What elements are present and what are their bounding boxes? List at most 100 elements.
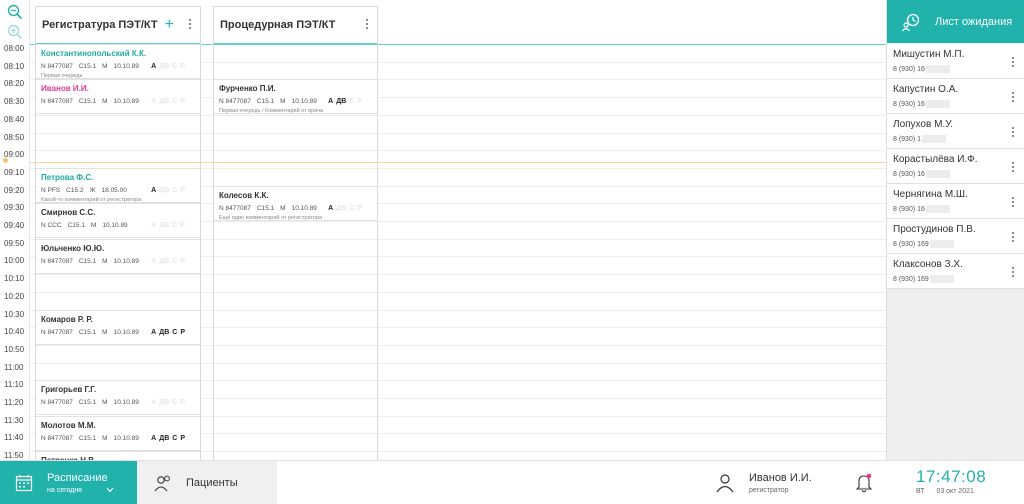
patient-name: Иванов И.И. [41, 84, 89, 94]
waiting-list-title: Лист ожидания [935, 15, 1013, 28]
patient-meta: N 8477087 C15.1 M 10.10.89 А ДВ С Р [41, 258, 195, 267]
patient-meta: N 8477087 C15.1 M 10.10.89 А ДВ С Р [219, 205, 372, 214]
patient-name: Юльченко Ю.Ю. [41, 243, 105, 253]
appointment-comment: Ещё один комментарий от регистратора [219, 214, 323, 221]
appointment-card[interactable]: Колесов К.К. N 8477087 C15.1 M 10.10.89 А ДВ С Р… [214, 185, 377, 221]
waiting-list-item[interactable]: Простудинов П.В. 8 (930) 169 [887, 219, 1024, 254]
zoom-out-icon[interactable] [7, 24, 23, 40]
diagnosis-code: C15.1 [256, 98, 275, 106]
patient-meta: N 8477087 C15.1 M 10.10.89 А ДВ С Р [41, 98, 195, 107]
patient-sex: M [102, 399, 108, 407]
phone-visible: 8 (930) 169 [893, 275, 929, 283]
clock-date-value: 03 окт 2021 [936, 488, 974, 495]
time-label: 08:40 [4, 114, 25, 124]
patient-meta: N 8477087 C15.1 M 10.10.89 А ДВ С Р [41, 435, 195, 444]
schedule-grid: Регистратура ПЭТ/КТ + Константинопольски… [30, 0, 886, 460]
add-icon[interactable]: + [165, 17, 174, 33]
chevron-down-icon[interactable] [106, 487, 114, 493]
phone-redacted [922, 135, 947, 143]
study-flags: А ДВ С Р [148, 98, 185, 105]
patient-number: N PFS [41, 186, 61, 194]
waiting-list-item[interactable]: Капустин О.А. 8 (930) 16 [887, 79, 1024, 114]
appointment-card[interactable]: Фурченко П.И. N 8477087 C15.1 M 10.10.89 А ДВ С… [214, 79, 377, 115]
waiting-patient-name: Капустин О.А. [893, 84, 959, 95]
patient-sex: M [102, 257, 108, 265]
time-label: 11:30 [4, 415, 24, 425]
current-time-marker [3, 158, 8, 163]
time-label: 11:00 [4, 362, 24, 372]
waiting-patient-phone: 8 (930) 169 [893, 240, 1024, 248]
more-vertical-icon[interactable] [1011, 196, 1015, 210]
appointment-card[interactable]: Петрова Ф.С. N PFS C15.2 Ж 18.05.00 А ДВ С Р Како… [36, 167, 200, 203]
more-vertical-icon[interactable] [188, 18, 192, 32]
patient-sex: M [280, 98, 286, 106]
bottom-bar: Расписание на сегодня Пациенты Иванов И.… [0, 460, 1024, 504]
more-vertical-icon[interactable] [1011, 126, 1015, 140]
column-title: Регистратура ПЭТ/КТ [42, 19, 158, 31]
patient-number: N 8477087 [41, 434, 73, 442]
clock: 17:47:08 ВТ 03 окт 2021 [916, 467, 1016, 495]
clock-weekday: ВТ [916, 488, 925, 495]
flag-3: Р [357, 204, 362, 212]
flag-2: С [349, 98, 355, 106]
more-vertical-icon[interactable] [1011, 231, 1015, 245]
time-label: 08:20 [4, 79, 25, 89]
bell-icon[interactable] [856, 473, 872, 493]
more-vertical-icon[interactable] [1011, 266, 1015, 280]
waiting-list-item[interactable]: Лопухов М.У. 8 (930) 1 [887, 114, 1024, 149]
flag-0: А [151, 186, 157, 194]
flag-0: А [151, 257, 157, 265]
nav-schedule[interactable]: Расписание на сегодня [0, 461, 137, 504]
flag-0: А [151, 222, 157, 230]
flag-3: Р [180, 399, 185, 407]
waiting-list-item[interactable]: Мишустин М.П. 8 (930) 16 [887, 44, 1024, 79]
flag-1: ДВ [336, 204, 347, 212]
time-label: 10:50 [4, 344, 25, 354]
appointment-card[interactable]: Петренко Н.В.N ПНВАДВСР [36, 451, 200, 460]
time-label: 11:40 [4, 433, 24, 443]
waiting-list-item[interactable]: Корастылёва И.Ф. 8 (930) 16 [887, 149, 1024, 184]
patient-name: Петрова Ф.С. [41, 172, 94, 182]
time-label: 08:10 [4, 61, 25, 71]
more-vertical-icon[interactable] [1011, 56, 1015, 70]
appointment-card[interactable]: Константинопольский К.К. N 8477087 C15.1 M 1… [36, 44, 200, 79]
waiting-patient-phone: 8 (930) 16 [893, 205, 1024, 213]
flag-0: А [328, 204, 334, 212]
waiting-clock-icon [902, 13, 920, 31]
waiting-list-item[interactable]: Клаксонов З.Х. 8 (930) 169 [887, 254, 1024, 289]
patient-sex: M [102, 434, 108, 442]
flag-3: Р [180, 328, 185, 336]
appointment-card[interactable]: Молотов М.М. N 8477087 C15.1 M 10.10.89 А ДВ С Р [36, 415, 200, 451]
appointment-card[interactable]: Смирнов С.С. N CCC C15.1 M 10.10.89 А ДВ С Р [36, 203, 200, 239]
clock-time: 17:47:08 [916, 467, 987, 486]
more-vertical-icon[interactable] [365, 18, 369, 32]
flag-2: С [172, 434, 178, 442]
flag-3: Р [180, 257, 185, 265]
diagnosis-code: C15.1 [67, 222, 85, 230]
clock-date: ВТ 03 окт 2021 [916, 488, 1016, 495]
waiting-list-item[interactable]: Чернягина М.Ш. 8 (930) 16 [887, 184, 1024, 219]
diagnosis-code: C15.1 [78, 98, 97, 106]
more-vertical-icon[interactable] [1011, 91, 1015, 105]
patient-dob: 10.10.89 [113, 328, 139, 336]
phone-redacted [925, 205, 950, 213]
patient-dob: 10.10.89 [102, 222, 128, 230]
zoom-in-icon[interactable] [7, 4, 23, 20]
flag-1: ДВ [159, 63, 170, 70]
appointment-card[interactable]: Юльченко Ю.Ю. N 8477087 C15.1 M 10.10.89 А ДВ С… [36, 238, 200, 274]
flag-3: Р [180, 186, 185, 194]
time-label: 09:30 [4, 203, 25, 213]
nav-patients[interactable]: Пациенты [137, 461, 277, 504]
patient-number: N CCC [41, 222, 62, 230]
phone-visible: 8 (930) 16 [893, 170, 925, 178]
more-vertical-icon[interactable] [1011, 161, 1015, 175]
time-label: 10:40 [4, 327, 25, 337]
appointment-card[interactable]: Комаров Р. Р. N 8477087 C15.1 M 10.10.89 А ДВ С… [36, 309, 200, 345]
flag-0: А [151, 328, 157, 336]
appointment-card[interactable]: Иванов И.И. N 8477087 C15.1 M 10.10.89 А ДВ С Р [36, 79, 200, 115]
appointment-card[interactable]: Григорьев Г.Г. N 8477087 C15.1 M 10.10.89 А ДВ… [36, 380, 200, 416]
phone-redacted [925, 65, 950, 73]
flag-0: А [151, 98, 157, 106]
waiting-list-header[interactable]: Лист ожидания [887, 0, 1024, 43]
flag-1: ДВ [159, 328, 170, 336]
